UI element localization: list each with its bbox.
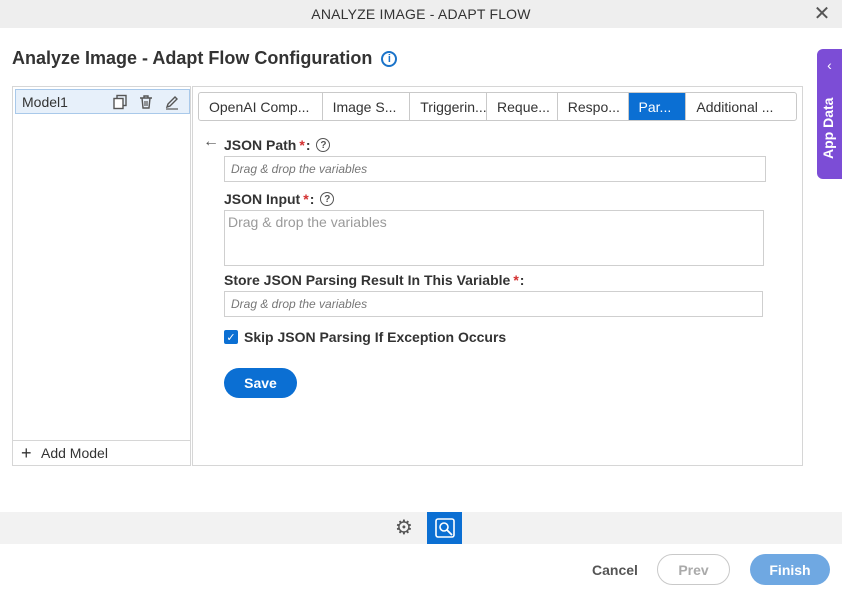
- required-mark: *: [299, 137, 305, 153]
- model-list-panel: Model1 + Add Model: [12, 86, 191, 466]
- store-result-label-text: Store JSON Parsing Result In This Variab…: [224, 272, 511, 288]
- model-list-item[interactable]: Model1: [15, 89, 190, 114]
- gear-icon[interactable]: ⚙: [393, 516, 415, 539]
- copy-icon[interactable]: [111, 93, 129, 111]
- tab-openai-completion[interactable]: OpenAI Comp...: [199, 93, 323, 120]
- window-titlebar: ANALYZE IMAGE - ADAPT FLOW ✕: [0, 0, 842, 28]
- save-button[interactable]: Save: [224, 368, 297, 398]
- required-mark: *: [303, 191, 309, 207]
- required-mark: *: [513, 272, 519, 288]
- edit-icon[interactable]: [163, 93, 181, 111]
- label-colon: :: [519, 272, 525, 288]
- finish-button[interactable]: Finish: [750, 554, 830, 585]
- bottom-toolbar: [0, 512, 842, 544]
- close-icon[interactable]: ✕: [812, 4, 832, 24]
- help-icon[interactable]: ?: [320, 192, 335, 206]
- back-arrow-icon[interactable]: ←: [203, 133, 219, 151]
- tab-parse[interactable]: Par...: [628, 93, 687, 120]
- store-result-label: Store JSON Parsing Result In This Variab…: [224, 272, 524, 288]
- add-model-label: Add Model: [41, 445, 108, 461]
- json-input-label-text: JSON Input: [224, 191, 301, 207]
- cancel-button[interactable]: Cancel: [586, 554, 644, 585]
- json-input-label: JSON Input * : ?: [224, 191, 335, 207]
- json-path-label-text: JSON Path: [224, 137, 297, 153]
- label-colon: :: [305, 137, 311, 153]
- store-result-input[interactable]: Drag & drop the variables: [224, 291, 763, 317]
- plus-icon: +: [21, 442, 32, 463]
- tab-triggering[interactable]: Triggerin...: [410, 93, 488, 120]
- info-icon[interactable]: i: [381, 50, 398, 67]
- analyze-image-icon[interactable]: [427, 512, 462, 544]
- skip-exception-checkbox-row[interactable]: ✓ Skip JSON Parsing If Exception Occurs: [224, 329, 506, 345]
- json-input-textarea[interactable]: Drag & drop the variables: [224, 210, 764, 266]
- model-name: Model1: [22, 93, 68, 110]
- checkbox-checked-icon[interactable]: ✓: [224, 330, 238, 344]
- help-icon[interactable]: ?: [316, 138, 331, 152]
- config-tabs: OpenAI Comp... Image S... Triggerin... R…: [198, 92, 797, 121]
- tab-request[interactable]: Reque...: [487, 93, 558, 120]
- label-colon: :: [309, 191, 315, 207]
- json-path-label: JSON Path * : ?: [224, 137, 331, 153]
- add-model-button[interactable]: + Add Model: [13, 440, 190, 465]
- app-data-side-tab[interactable]: ‹ App Data: [817, 49, 842, 179]
- skip-exception-label: Skip JSON Parsing If Exception Occurs: [244, 329, 507, 345]
- page-header: Analyze Image - Adapt Flow Configuration…: [12, 48, 398, 69]
- app-data-label: App Data: [820, 97, 836, 159]
- prev-button[interactable]: Prev: [657, 554, 730, 585]
- page-title: Analyze Image - Adapt Flow Configuration: [12, 48, 373, 68]
- configuration-panel: OpenAI Comp... Image S... Triggerin... R…: [192, 86, 803, 466]
- tab-image-source[interactable]: Image S...: [323, 93, 411, 120]
- json-path-input[interactable]: Drag & drop the variables: [224, 156, 766, 182]
- window-title: ANALYZE IMAGE - ADAPT FLOW: [311, 6, 531, 22]
- tab-response[interactable]: Respo...: [558, 93, 629, 120]
- tab-additional[interactable]: Additional ...: [686, 93, 796, 120]
- delete-icon[interactable]: [137, 93, 155, 111]
